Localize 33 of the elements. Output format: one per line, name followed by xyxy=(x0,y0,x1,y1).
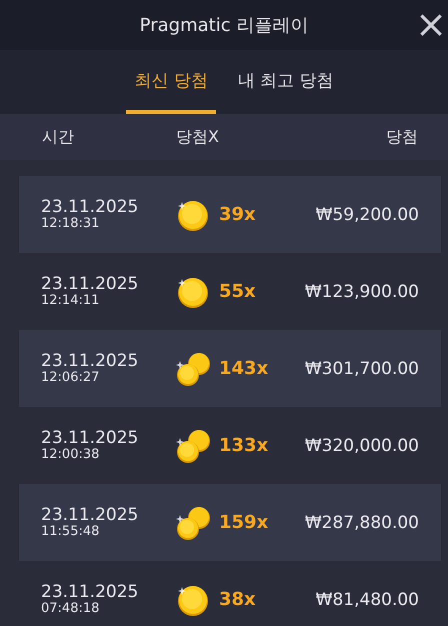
time-text: 12:00:38 xyxy=(41,448,100,462)
coins-icon xyxy=(175,504,211,540)
multiplier-text: 133x xyxy=(219,435,268,456)
multiplier-text: 39x xyxy=(219,204,256,225)
time-text: 12:18:31 xyxy=(41,216,100,230)
column-header: 당첨X xyxy=(176,126,220,148)
column-header: 당첨 xyxy=(386,126,418,148)
time-text: 11:55:48 xyxy=(41,524,100,538)
time-text: 12:06:27 xyxy=(41,370,100,384)
win-amount: ₩123,900.00 xyxy=(304,282,419,302)
window-title: Pragmatic 리플레이 xyxy=(140,14,308,37)
date-text: 23.11.2025 xyxy=(41,198,140,217)
coins-icon xyxy=(175,428,211,464)
win-amount: ₩59,200.00 xyxy=(316,204,419,224)
win-amount: ₩301,700.00 xyxy=(304,358,419,378)
win-amount: ₩81,480.00 xyxy=(316,590,419,610)
multiplier-text: 55x xyxy=(219,281,256,302)
time-text: 07:48:18 xyxy=(41,602,100,616)
coins-icon xyxy=(175,350,211,386)
multiplier-text: 38x xyxy=(219,589,256,610)
time-text: 12:14:11 xyxy=(41,294,100,308)
date-text: 23.11.2025 xyxy=(41,276,140,294)
multiplier-text: 159x xyxy=(219,512,268,533)
date-text: 23.11.2025 xyxy=(41,506,140,525)
date-text: 23.11.2025 xyxy=(41,352,140,371)
multiplier-text: 143x xyxy=(219,358,268,379)
close-button[interactable]: × xyxy=(414,4,448,44)
win-amount: ₩320,000.00 xyxy=(304,436,419,456)
win-amount: ₩287,880.00 xyxy=(304,512,419,532)
column-header: 시간 xyxy=(42,126,75,148)
tab[interactable]: 내 최고 당첨 xyxy=(230,50,342,114)
date-text: 23.11.2025 xyxy=(41,430,140,448)
date-text: 23.11.2025 xyxy=(41,584,140,602)
